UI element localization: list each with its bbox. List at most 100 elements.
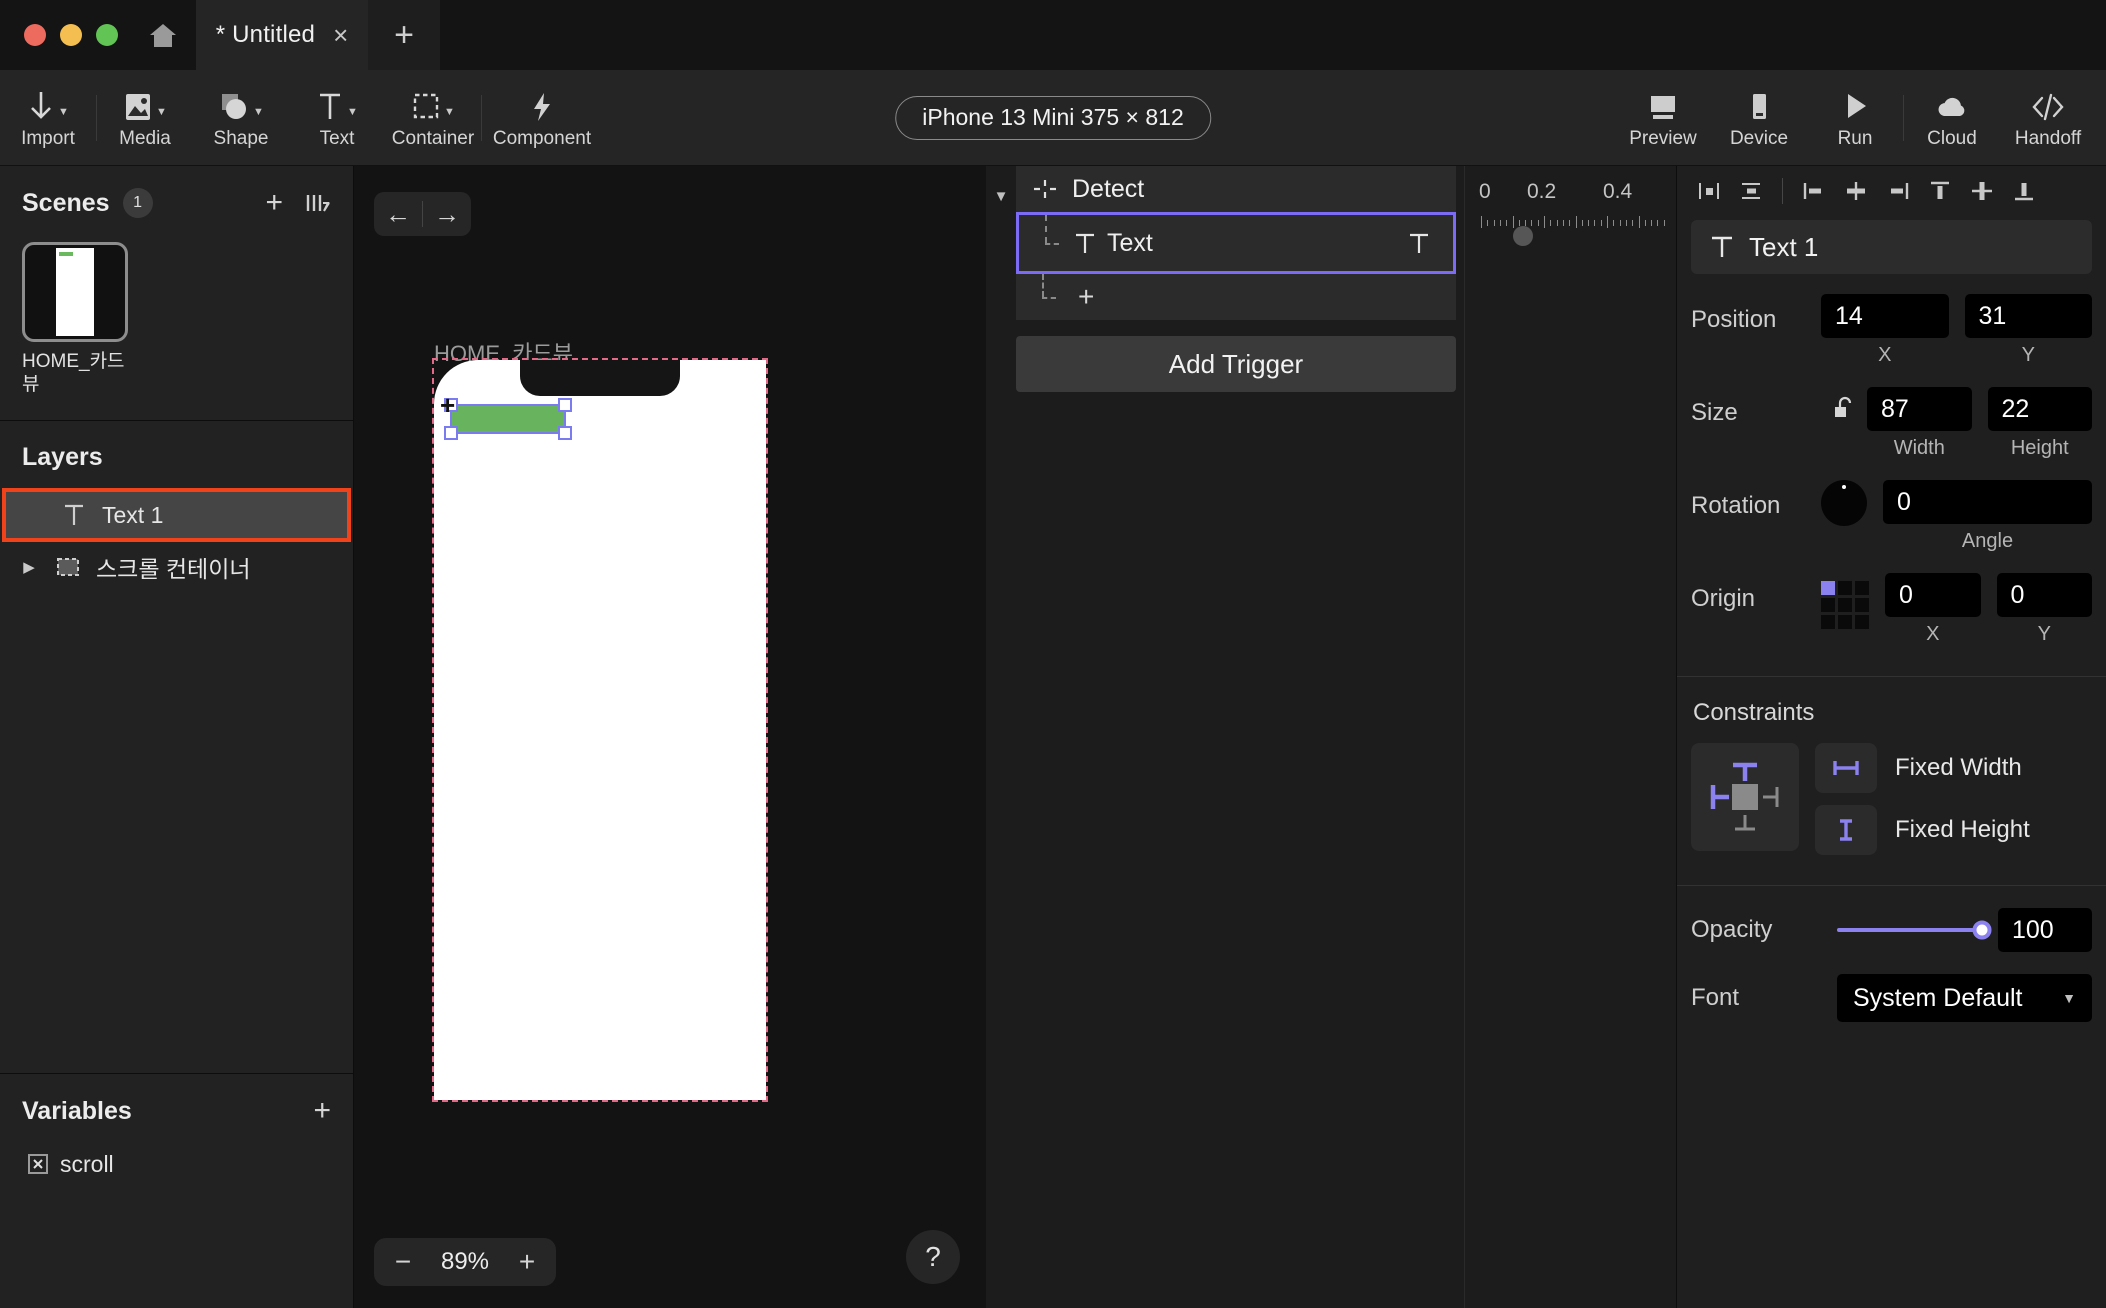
constraint-anchors-widget[interactable] bbox=[1691, 743, 1799, 851]
align-bottom-icon[interactable] bbox=[2008, 174, 2040, 208]
rotation-angle-input[interactable]: 0 bbox=[1883, 480, 2092, 524]
size-fields: 87 Width 22 Height bbox=[1867, 387, 2092, 460]
import-button[interactable]: ▼ Import bbox=[0, 70, 96, 165]
layer-row-text-1[interactable]: Text 1 bbox=[2, 488, 351, 543]
variable-row-scroll[interactable]: scroll bbox=[0, 1140, 353, 1188]
canvas-viewport[interactable]: ← → HOME_카드뷰 + − 89% + ? bbox=[354, 166, 986, 1308]
origin-cell[interactable] bbox=[1838, 615, 1852, 629]
close-icon[interactable]: × bbox=[333, 22, 348, 48]
artboard-surface[interactable]: + bbox=[434, 360, 766, 1100]
rotation-row: Rotation 0 Angle bbox=[1677, 480, 2106, 553]
artboard[interactable]: + bbox=[432, 358, 768, 1102]
origin-cell[interactable] bbox=[1838, 598, 1852, 612]
size-height-input[interactable]: 22 bbox=[1987, 387, 2092, 431]
add-trigger-button[interactable]: Add Trigger bbox=[1016, 336, 1456, 392]
distribute-horizontal-icon[interactable] bbox=[1693, 174, 1725, 208]
position-y-input[interactable]: 31 bbox=[1964, 294, 2092, 338]
scene-thumbnail-text-bar bbox=[59, 252, 73, 256]
trigger-row-text[interactable]: Text bbox=[1016, 212, 1456, 274]
origin-cell[interactable] bbox=[1821, 615, 1835, 629]
selected-text-element[interactable]: + bbox=[440, 392, 572, 440]
timeline-ruler[interactable]: 0 0.2 0.4 bbox=[1464, 166, 1676, 1308]
zoom-in-button[interactable]: + bbox=[506, 1238, 548, 1286]
trigger-panel: ▼ Detect Text + Add Trigger bbox=[986, 166, 1464, 1308]
trigger-add-row[interactable]: + bbox=[1016, 274, 1456, 320]
new-tab-button[interactable]: + bbox=[368, 0, 440, 70]
opacity-input[interactable]: 100 bbox=[1998, 908, 2092, 952]
resize-handle-bottom-right[interactable] bbox=[558, 426, 572, 440]
close-window-button[interactable] bbox=[24, 24, 46, 46]
rotation-knob[interactable] bbox=[1821, 480, 1867, 526]
chevron-right-icon[interactable]: ▶ bbox=[12, 558, 46, 576]
opacity-slider-knob[interactable] bbox=[1972, 920, 1992, 940]
home-button[interactable] bbox=[142, 0, 196, 70]
maximize-window-button[interactable] bbox=[96, 24, 118, 46]
origin-y-input[interactable]: 0 bbox=[1996, 573, 2092, 617]
origin-cell[interactable] bbox=[1855, 598, 1869, 612]
fixed-width-button[interactable] bbox=[1815, 743, 1877, 793]
container-button[interactable]: ▼ Container bbox=[385, 70, 481, 165]
origin-cell[interactable] bbox=[1838, 581, 1852, 595]
timeline-keyframe-dot[interactable] bbox=[1513, 226, 1533, 246]
origin-x-input[interactable]: 0 bbox=[1885, 573, 1981, 617]
origin-anchor-grid[interactable] bbox=[1821, 581, 1869, 629]
minimize-window-button[interactable] bbox=[60, 24, 82, 46]
text-t-icon bbox=[1709, 233, 1735, 261]
title-bar: * Untitled × + bbox=[0, 0, 2106, 70]
run-button[interactable]: Run bbox=[1807, 70, 1903, 165]
opacity-slider[interactable] bbox=[1837, 920, 1992, 940]
timeline-tick-labels: 0 0.2 0.4 bbox=[1465, 166, 1676, 203]
timeline-tick bbox=[1556, 220, 1558, 226]
cloud-button[interactable]: Cloud bbox=[1904, 70, 2000, 165]
opacity-label: Opacity bbox=[1691, 916, 1773, 943]
size-width-input[interactable]: 87 bbox=[1867, 387, 1972, 431]
fixed-height-row[interactable]: Fixed Height bbox=[1815, 805, 2030, 855]
origin-cell[interactable] bbox=[1855, 581, 1869, 595]
layer-row-scroll-container[interactable]: ▶ 스크롤 컨테이너 bbox=[0, 542, 353, 592]
align-center-horizontal-icon[interactable] bbox=[1840, 174, 1872, 208]
scene-thumbnail[interactable] bbox=[22, 242, 128, 342]
chevron-down-icon[interactable]: ▼ bbox=[994, 188, 1009, 1308]
position-fields: 14 X 31 Y bbox=[1821, 294, 2092, 367]
fixed-width-label: Fixed Width bbox=[1895, 754, 2022, 781]
layer-name-field[interactable]: Text 1 bbox=[1691, 220, 2092, 274]
distribute-vertical-icon[interactable] bbox=[1735, 174, 1767, 208]
align-left-icon[interactable] bbox=[1798, 174, 1830, 208]
device-selector[interactable]: iPhone 13 Mini 375 × 812 bbox=[895, 95, 1211, 140]
align-top-icon[interactable] bbox=[1924, 174, 1956, 208]
preview-button[interactable]: Preview bbox=[1615, 70, 1711, 165]
device-button[interactable]: Device bbox=[1711, 70, 1807, 165]
scene-item[interactable]: HOME_카드뷰 bbox=[22, 242, 128, 396]
help-button[interactable]: ? bbox=[906, 1230, 960, 1284]
timeline-tick bbox=[1632, 220, 1634, 226]
handoff-button[interactable]: Handoff bbox=[2000, 70, 2096, 165]
add-variable-button[interactable]: + bbox=[313, 1096, 331, 1126]
align-right-icon[interactable] bbox=[1882, 174, 1914, 208]
origin-cell[interactable] bbox=[1821, 598, 1835, 612]
aspect-lock-button[interactable] bbox=[1821, 387, 1867, 421]
shape-button[interactable]: ▼ Shape bbox=[193, 70, 289, 165]
component-button[interactable]: Component bbox=[482, 70, 602, 165]
canvas-back-button[interactable]: ← bbox=[374, 192, 422, 236]
zoom-out-button[interactable]: − bbox=[382, 1238, 424, 1286]
media-button[interactable]: ▼ Media bbox=[97, 70, 193, 165]
scenes-count-badge: 1 bbox=[122, 188, 153, 218]
font-select[interactable]: System Default ▼ bbox=[1837, 974, 2092, 1022]
tab-untitled[interactable]: * Untitled × bbox=[196, 0, 368, 70]
add-scene-button[interactable]: + bbox=[265, 188, 283, 218]
align-center-vertical-icon[interactable] bbox=[1966, 174, 1998, 208]
origin-cell[interactable] bbox=[1855, 615, 1869, 629]
text-button[interactable]: ▼ Text bbox=[289, 70, 385, 165]
position-y-wrap: 31 Y bbox=[1964, 294, 2092, 367]
resize-handle-top-right[interactable] bbox=[558, 398, 572, 412]
fixed-height-button[interactable] bbox=[1815, 805, 1877, 855]
trigger-group-detect[interactable]: Detect bbox=[1016, 166, 1456, 212]
add-trigger-row-button[interactable]: + bbox=[1078, 281, 1094, 313]
resize-handle-bottom-left[interactable] bbox=[444, 426, 458, 440]
home-icon bbox=[148, 21, 178, 49]
fixed-width-row[interactable]: Fixed Width bbox=[1815, 743, 2030, 793]
canvas-forward-button[interactable]: → bbox=[423, 192, 471, 236]
sort-bars-icon[interactable] bbox=[305, 191, 331, 215]
position-x-input[interactable]: 14 bbox=[1821, 294, 1949, 338]
origin-cell[interactable] bbox=[1821, 581, 1835, 595]
